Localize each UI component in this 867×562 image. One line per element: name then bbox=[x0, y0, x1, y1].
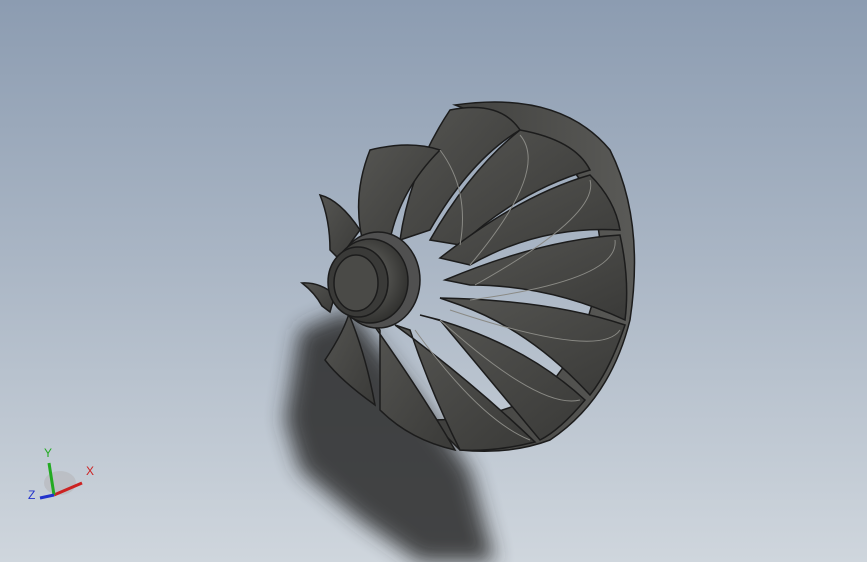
y-axis-label: Y bbox=[44, 446, 52, 460]
graphics-viewport[interactable]: X Y Z bbox=[0, 0, 867, 562]
3d-model-view[interactable] bbox=[0, 0, 867, 562]
hub-bore[interactable] bbox=[333, 254, 379, 312]
x-axis-label: X bbox=[86, 464, 94, 478]
view-orientation-triad[interactable]: X Y Z bbox=[22, 445, 102, 510]
z-axis-arrow bbox=[39, 493, 55, 500]
z-axis-label: Z bbox=[28, 488, 35, 502]
